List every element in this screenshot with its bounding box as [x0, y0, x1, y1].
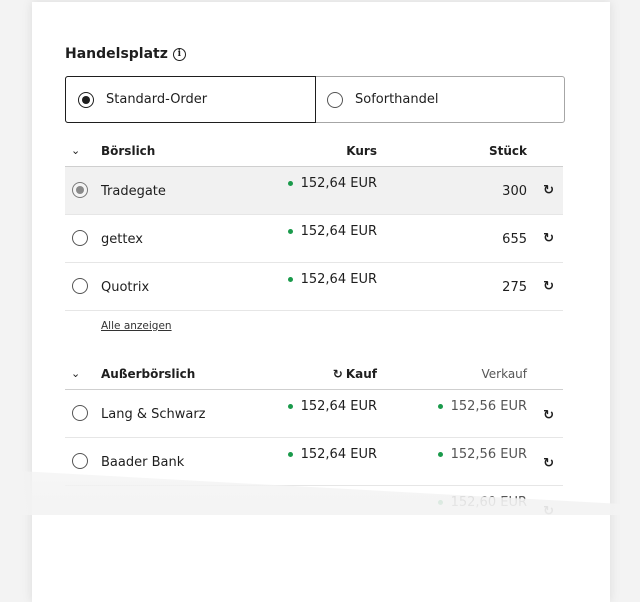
price-value: 152,56 EUR [450, 399, 527, 414]
refresh-icon[interactable]: ↻ [333, 367, 343, 381]
option-soforthandel[interactable]: Soforthandel [315, 77, 564, 122]
info-icon[interactable]: i [172, 47, 186, 61]
price-value: 152,64 EUR [300, 447, 377, 462]
price-value: 152,64 EUR [300, 224, 377, 239]
venue-price: 152,64 EUR [287, 224, 377, 239]
column-sell: Verkauf [481, 367, 527, 381]
status-dot-icon [287, 277, 293, 282]
trading-venue-card: Handelsplatz i Standard-Order Soforthand… [32, 2, 610, 602]
column-buy-label: Kauf [345, 367, 377, 381]
venue-name: gettex [101, 232, 143, 247]
boerslich-header[interactable]: ⌄ Börslich Kurs Stück [65, 140, 563, 167]
buy-price: 152,64 EUR [287, 399, 377, 414]
radio-unchecked-icon[interactable] [72, 278, 88, 294]
venue-qty: 275 [502, 280, 527, 295]
venue-row-tradegate[interactable]: Tradegate 152,64 EUR 300 ↻ [65, 167, 563, 215]
status-dot-icon [287, 404, 293, 409]
handelsplatz-title: Handelsplatz [65, 46, 168, 62]
venue-name: Quotrix [101, 280, 150, 295]
venue-row-baader-bank[interactable]: Baader Bank 152,64 EUR 152,56 EUR ↻ [65, 438, 563, 486]
section-title: Außerbörslich [101, 367, 196, 381]
order-type-toggle: Standard-Order Soforthandel [65, 76, 565, 123]
radio-unchecked-icon[interactable] [72, 453, 88, 469]
refresh-icon[interactable]: ↻ [543, 183, 554, 198]
refresh-icon[interactable]: ↻ [543, 504, 554, 519]
sell-price: 152,60 EUR [437, 495, 527, 510]
venue-row-lang-schwarz[interactable]: Lang & Schwarz 152,64 EUR 152,56 EUR ↻ [65, 390, 563, 438]
column-qty: Stück [488, 144, 527, 158]
column-price: Kurs [346, 144, 377, 158]
price-value: 152,64 EUR [300, 176, 377, 191]
venue-row-partial[interactable]: 152,60 EUR ↻ [65, 486, 563, 533]
price-value: 152,64 EUR [300, 399, 377, 414]
venue-row-quotrix[interactable]: Quotrix 152,64 EUR 275 ↻ [65, 263, 563, 311]
radio-unchecked-icon[interactable] [72, 405, 88, 421]
radio-unchecked-icon[interactable] [72, 230, 88, 246]
option-standard-order[interactable]: Standard-Order [65, 76, 316, 123]
refresh-icon[interactable]: ↻ [543, 408, 554, 423]
venue-qty: 300 [502, 184, 527, 199]
venue-price: 152,64 EUR [287, 176, 377, 191]
radio-selected-icon[interactable] [72, 182, 88, 198]
price-value: 152,64 EUR [300, 272, 377, 287]
venue-name: Baader Bank [101, 455, 185, 470]
sell-price: 152,56 EUR [437, 399, 527, 414]
sell-price: 152,56 EUR [437, 447, 527, 462]
ausserboerslich-header[interactable]: ⌄ Außerbörslich ↻ Kauf Verkauf [65, 363, 563, 390]
status-dot-icon [287, 181, 293, 186]
status-dot-icon [287, 229, 293, 234]
radio-unchecked-icon[interactable] [327, 91, 343, 108]
venue-name: Lang & Schwarz [101, 407, 206, 422]
radio-checked-icon[interactable] [78, 91, 94, 108]
price-value: 152,56 EUR [450, 447, 527, 462]
status-dot-icon [437, 404, 443, 409]
refresh-icon[interactable]: ↻ [543, 279, 554, 294]
venue-row-gettex[interactable]: gettex 152,64 EUR 655 ↻ [65, 215, 563, 263]
option-label: Standard-Order [106, 92, 208, 107]
show-all-link[interactable]: Alle anzeigen [101, 320, 172, 332]
venue-qty: 655 [502, 232, 527, 247]
column-buy: ↻ Kauf [333, 367, 377, 381]
chevron-down-icon[interactable]: ⌄ [71, 367, 80, 380]
status-dot-icon [437, 452, 443, 457]
handelsplatz-heading: Handelsplatz i [65, 46, 186, 62]
option-label: Soforthandel [355, 92, 439, 107]
venue-name: Tradegate [101, 184, 166, 199]
status-dot-icon [287, 452, 293, 457]
status-dot-icon [437, 500, 443, 505]
price-value: 152,60 EUR [450, 495, 527, 510]
section-title: Börslich [101, 144, 156, 158]
refresh-icon[interactable]: ↻ [543, 231, 554, 246]
refresh-icon[interactable]: ↻ [543, 456, 554, 471]
chevron-down-icon[interactable]: ⌄ [71, 144, 80, 157]
venue-price: 152,64 EUR [287, 272, 377, 287]
buy-price: 152,64 EUR [287, 447, 377, 462]
